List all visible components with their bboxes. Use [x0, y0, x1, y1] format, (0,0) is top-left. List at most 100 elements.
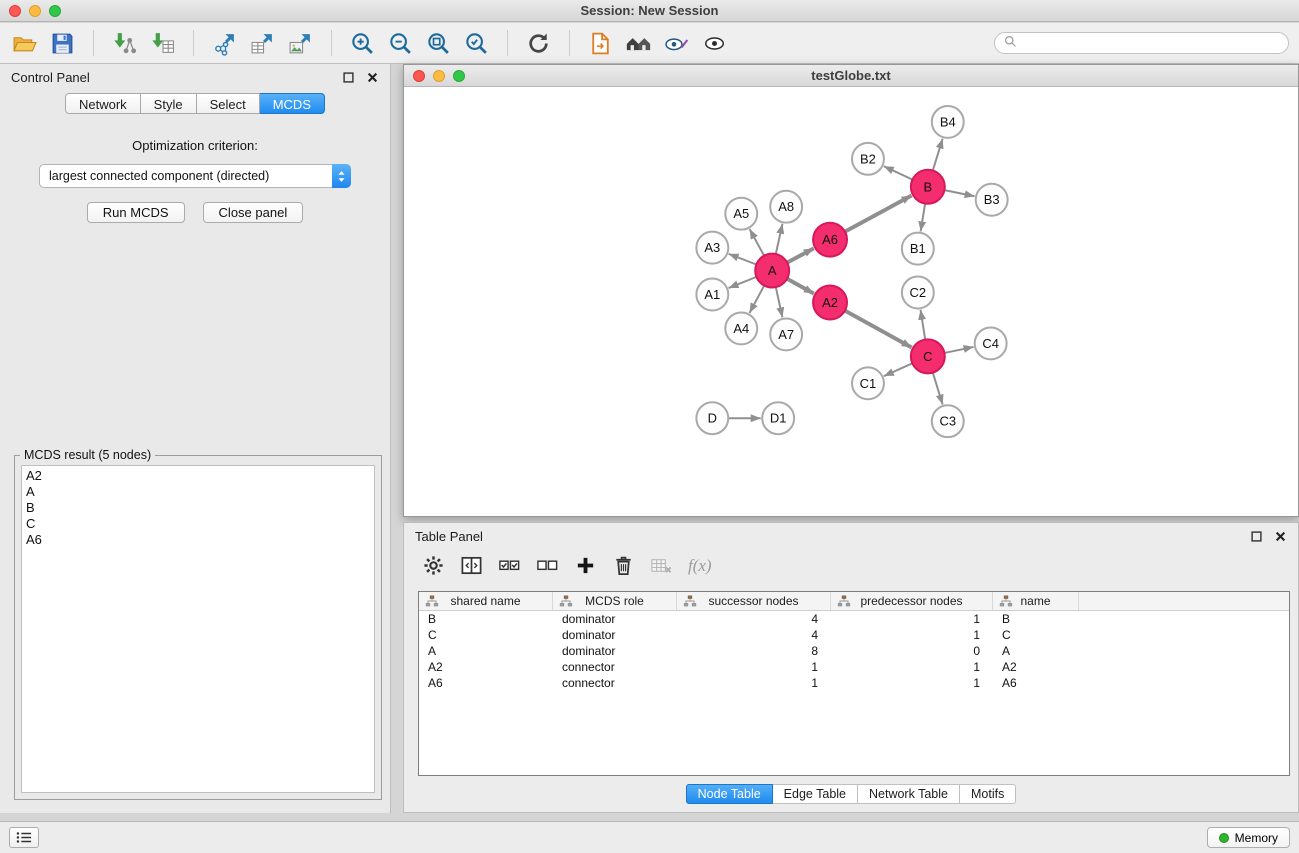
open-document-icon[interactable]: [586, 29, 615, 58]
edge-A2-C[interactable]: [845, 311, 912, 348]
zoom-window-button[interactable]: [49, 5, 61, 17]
eye-marker-icon[interactable]: [662, 29, 691, 58]
fx-icon[interactable]: f(x): [688, 554, 712, 577]
edge-B-B2[interactable]: [884, 166, 913, 179]
tab-edge-table[interactable]: Edge Table: [773, 784, 858, 804]
node-D[interactable]: D: [696, 402, 728, 434]
refresh-icon[interactable]: [524, 29, 553, 58]
float-control-panel-icon[interactable]: [343, 71, 355, 83]
eye-icon[interactable]: [700, 29, 729, 58]
edge-A-A6[interactable]: [787, 248, 814, 262]
zoom-out-icon[interactable]: [386, 29, 415, 58]
tab-network[interactable]: Network: [65, 93, 141, 114]
node-C1[interactable]: C1: [852, 367, 884, 399]
zoom-selected-icon[interactable]: [462, 29, 491, 58]
search-input[interactable]: [1022, 35, 1279, 51]
edge-A-A1[interactable]: [729, 277, 757, 288]
dropdown-stepper-icon[interactable]: [332, 164, 351, 188]
edge-A-A3[interactable]: [729, 254, 757, 265]
home-icon[interactable]: [624, 29, 653, 58]
network-close-button[interactable]: [413, 70, 425, 82]
node-A1[interactable]: A1: [696, 279, 728, 311]
edge-B-B4[interactable]: [933, 139, 943, 171]
edge-A-A8[interactable]: [776, 224, 783, 254]
mcds-result-list[interactable]: A2ABCA6: [21, 465, 375, 793]
import-network-icon[interactable]: [110, 29, 139, 58]
table-row[interactable]: A2connector11A2: [419, 659, 1289, 675]
result-item[interactable]: A2: [22, 468, 374, 484]
tab-mcds[interactable]: MCDS: [260, 93, 325, 114]
add-icon[interactable]: [574, 554, 597, 577]
column-header-predecessor-nodes[interactable]: predecessor nodes: [831, 592, 993, 610]
zoom-fit-icon[interactable]: [424, 29, 453, 58]
window-titlebar[interactable]: Session: New Session: [0, 0, 1299, 22]
edge-A-A2[interactable]: [787, 279, 814, 294]
node-A4[interactable]: A4: [725, 312, 757, 344]
run-mcds-button[interactable]: Run MCDS: [87, 202, 185, 223]
close-table-panel-icon[interactable]: [1275, 530, 1287, 542]
node-A5[interactable]: A5: [725, 198, 757, 230]
result-item[interactable]: C: [22, 516, 374, 532]
export-network-icon[interactable]: [210, 29, 239, 58]
edge-A6-B[interactable]: [845, 196, 912, 232]
edge-A-A5[interactable]: [750, 229, 764, 256]
export-table-icon[interactable]: [248, 29, 277, 58]
node-B[interactable]: B: [911, 170, 945, 204]
network-svg[interactable]: B4B2BB3A5A8A6B1A3AC2A1A2A4A7C4CC1C3DD1: [404, 88, 1298, 516]
node-C[interactable]: C: [911, 339, 945, 373]
edge-C-C3[interactable]: [933, 373, 943, 405]
float-table-panel-icon[interactable]: [1251, 530, 1263, 542]
node-A[interactable]: A: [755, 254, 789, 288]
node-B3[interactable]: B3: [976, 184, 1008, 216]
tab-style[interactable]: Style: [141, 93, 197, 114]
zoom-in-icon[interactable]: [348, 29, 377, 58]
node-D1[interactable]: D1: [762, 402, 794, 434]
edge-B-B3[interactable]: [944, 190, 974, 196]
delete-table-icon[interactable]: [650, 554, 673, 577]
tab-select[interactable]: Select: [197, 93, 260, 114]
node-B1[interactable]: B1: [902, 233, 934, 265]
node-C3[interactable]: C3: [932, 405, 964, 437]
network-window[interactable]: testGlobe.txt B4 B2 B B3 A5 A8 A6 B1 A3 A C2 A1 A2 A4…: [403, 64, 1299, 517]
column-header-name[interactable]: name: [993, 592, 1079, 610]
close-window-button[interactable]: [9, 5, 21, 17]
export-image-icon[interactable]: [286, 29, 315, 58]
edge-B-B1[interactable]: [921, 204, 925, 232]
edge-C-C4[interactable]: [944, 347, 973, 353]
delete-icon[interactable]: [612, 554, 635, 577]
columns-icon[interactable]: [460, 554, 483, 577]
result-item[interactable]: B: [22, 500, 374, 516]
network-window-titlebar[interactable]: testGlobe.txt: [404, 65, 1298, 87]
node-A2[interactable]: A2: [813, 286, 847, 320]
search-box[interactable]: [994, 32, 1289, 54]
save-session-icon[interactable]: [48, 29, 77, 58]
table-row[interactable]: Cdominator41C: [419, 627, 1289, 643]
node-C2[interactable]: C2: [902, 277, 934, 309]
edge-C-C2[interactable]: [921, 310, 926, 340]
table-row[interactable]: Bdominator41B: [419, 611, 1289, 627]
node-B4[interactable]: B4: [932, 106, 964, 138]
edge-C-C1[interactable]: [884, 363, 912, 376]
node-A8[interactable]: A8: [770, 191, 802, 223]
column-header-MCDS-role[interactable]: MCDS role: [553, 592, 677, 610]
network-zoom-button[interactable]: [453, 70, 465, 82]
result-item[interactable]: A: [22, 484, 374, 500]
node-A3[interactable]: A3: [696, 232, 728, 264]
tab-node-table[interactable]: Node Table: [686, 784, 773, 804]
edge-A-A7[interactable]: [776, 287, 783, 317]
network-canvas[interactable]: B4B2BB3A5A8A6B1A3AC2A1A2A4A7C4CC1C3DD1: [404, 88, 1298, 516]
table-row[interactable]: A6connector11A6: [419, 675, 1289, 691]
open-file-icon[interactable]: [10, 29, 39, 58]
minimize-window-button[interactable]: [29, 5, 41, 17]
settings-icon[interactable]: [422, 554, 445, 577]
node-A6[interactable]: A6: [813, 223, 847, 257]
edge-A-A4[interactable]: [749, 286, 764, 314]
result-item[interactable]: A6: [22, 532, 374, 548]
memory-button[interactable]: Memory: [1207, 827, 1290, 848]
node-C4[interactable]: C4: [975, 327, 1007, 359]
import-table-icon[interactable]: [148, 29, 177, 58]
show-panels-menu-icon[interactable]: [9, 827, 39, 848]
node-B2[interactable]: B2: [852, 143, 884, 175]
close-panel-button[interactable]: Close panel: [203, 202, 304, 223]
deselect-all-icon[interactable]: [536, 554, 559, 577]
